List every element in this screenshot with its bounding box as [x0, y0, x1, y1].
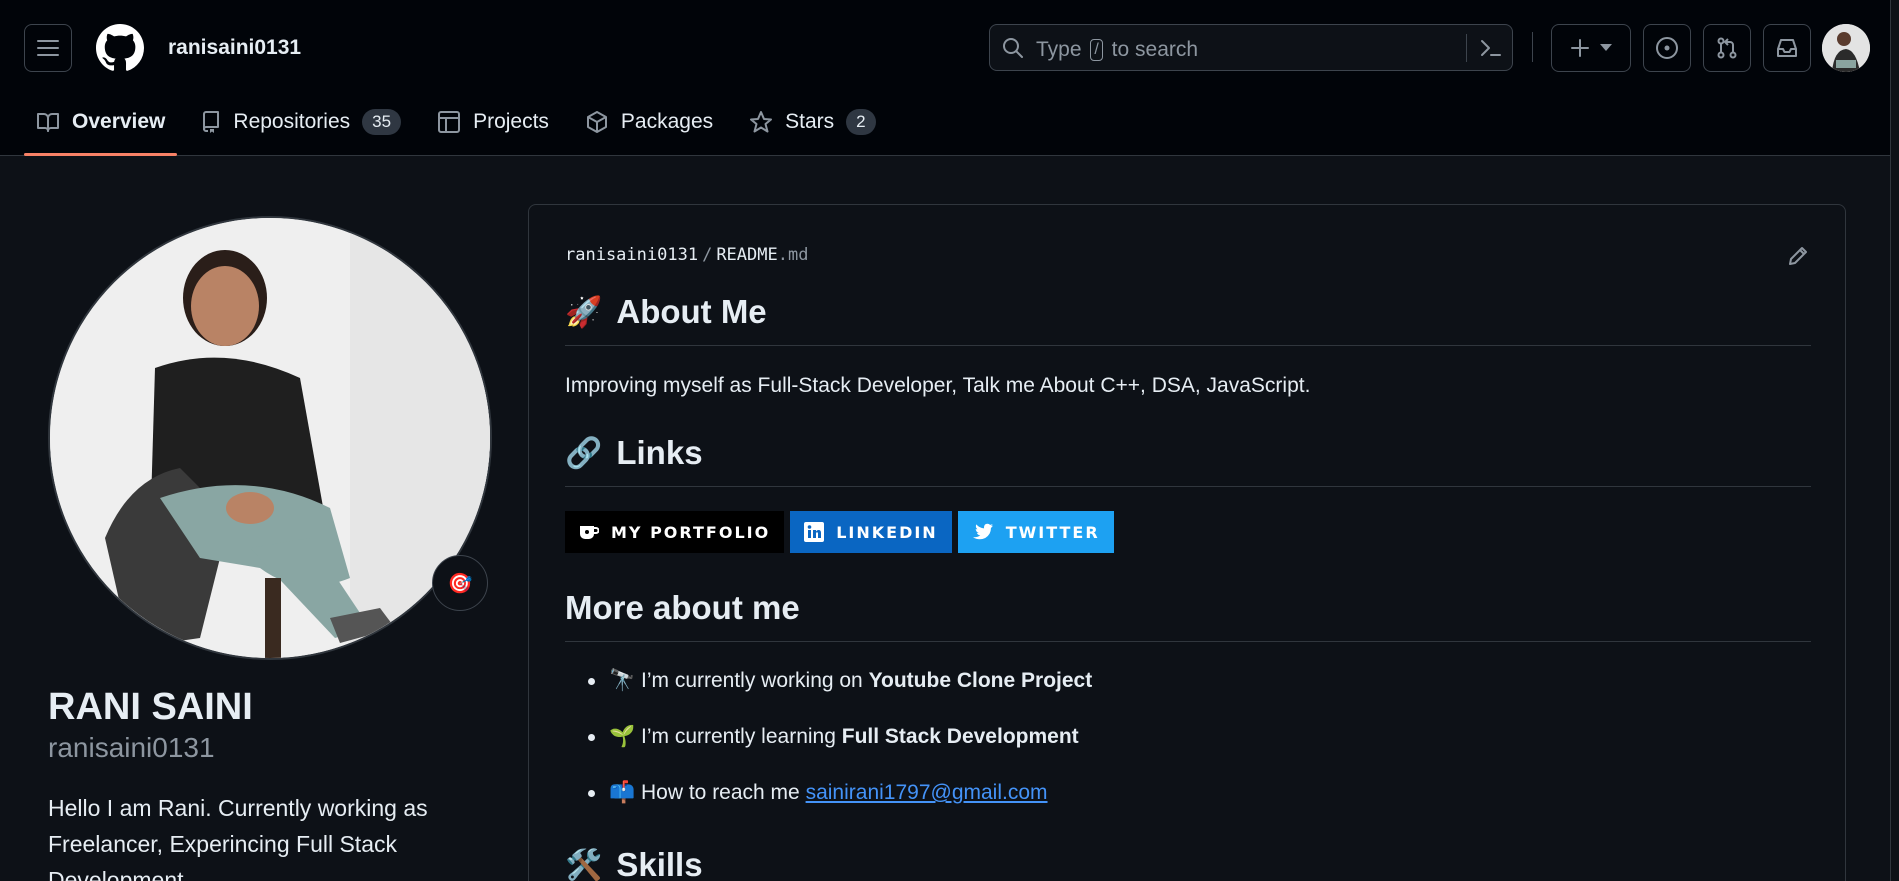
- links-heading: 🔗 Links: [565, 434, 1811, 487]
- create-new-button[interactable]: [1551, 24, 1631, 72]
- twitter-badge[interactable]: TWITTER: [957, 511, 1114, 553]
- list-item: 🔭 I’m currently working on Youtube Clone …: [565, 668, 1811, 724]
- pull-requests-button[interactable]: [1703, 24, 1751, 72]
- tab-projects[interactable]: Projects: [425, 100, 561, 144]
- search-input[interactable]: Type / to search: [989, 24, 1513, 71]
- profile-photo-image-icon: [50, 218, 490, 658]
- more-about-heading: More about me: [565, 589, 1811, 642]
- list-item: 📫 How to reach me sainirani1797@gmail.com: [565, 780, 1811, 836]
- stars-count: 2: [846, 109, 876, 135]
- twitter-icon: [972, 523, 993, 540]
- inbox-button[interactable]: [1763, 24, 1811, 72]
- set-status-button[interactable]: 🎯: [432, 555, 488, 611]
- tab-stars-label: Stars: [785, 110, 835, 133]
- scrollbar[interactable]: [1890, 0, 1899, 881]
- search-icon: [1003, 38, 1023, 58]
- list-item: 🌱 I’m currently learning Full Stack Devel…: [565, 724, 1811, 780]
- links-heading-text: Links: [616, 434, 703, 471]
- tab-repositories[interactable]: Repositories 35: [189, 100, 413, 144]
- tools-emoji: 🛠️: [565, 848, 603, 881]
- header-username[interactable]: ranisaini0131: [168, 36, 301, 60]
- link-badges: MY PORTFOLIO LINKEDIN TWITTER: [565, 511, 1811, 553]
- list-item-text: I’m currently learning: [641, 725, 842, 748]
- issue-icon: [1656, 37, 1678, 59]
- about-list: 🔭 I’m currently working on Youtube Clone …: [565, 668, 1811, 836]
- twitter-badge-label: TWITTER: [1005, 522, 1100, 542]
- search-suffix: to search: [1111, 38, 1199, 61]
- readme-file-ext: .md: [777, 245, 809, 265]
- skills-heading-text: Skills: [616, 846, 703, 881]
- cup-icon: [580, 526, 599, 539]
- star-icon: [750, 111, 773, 133]
- hamburger-icon: [37, 40, 59, 56]
- github-logo-icon[interactable]: [96, 24, 144, 72]
- tab-overview-label: Overview: [72, 110, 166, 133]
- menu-button[interactable]: [24, 24, 72, 72]
- portfolio-badge[interactable]: MY PORTFOLIO: [565, 511, 785, 553]
- pencil-icon[interactable]: [1787, 245, 1809, 267]
- email-link[interactable]: sainirani1797@gmail.com: [806, 781, 1048, 804]
- status-emoji: 🎯: [447, 572, 473, 595]
- linkedin-badge-label: LINKEDIN: [836, 522, 938, 542]
- profile-tabs: Overview Repositories 35 Projects Packag…: [24, 100, 900, 156]
- inbox-icon: [1777, 39, 1797, 57]
- issues-button[interactable]: [1643, 24, 1691, 72]
- global-header: ranisaini0131 Type / to search Overview …: [0, 0, 1899, 156]
- profile-avatar[interactable]: [48, 216, 492, 660]
- readme-content: 🚀 About Me Improving myself as Full-Stack…: [565, 293, 1811, 881]
- portfolio-badge-label: MY PORTFOLIO: [611, 522, 771, 542]
- about-text: Improving myself as Full-Stack Developer…: [565, 374, 1311, 397]
- package-icon: [586, 111, 607, 133]
- readme-file-link[interactable]: README.md: [716, 245, 808, 265]
- readme-breadcrumb: ranisaini0131/README.md: [565, 245, 809, 265]
- list-item-text: I’m currently working on: [641, 669, 869, 692]
- more-about-heading-text: More about me: [565, 589, 800, 626]
- search-placeholder: Type / to search: [1036, 38, 1198, 62]
- tab-packages[interactable]: Packages: [573, 100, 725, 144]
- repo-icon: [203, 111, 220, 133]
- readme-owner-link[interactable]: ranisaini0131: [565, 245, 698, 265]
- tab-repositories-label: Repositories: [233, 110, 351, 133]
- profile-login: ranisaini0131: [48, 732, 215, 763]
- table-icon: [438, 111, 461, 133]
- pull-request-icon: [1717, 37, 1737, 59]
- readme-file-name: README: [716, 245, 778, 265]
- linkedin-badge[interactable]: LINKEDIN: [790, 511, 952, 553]
- tab-overview[interactable]: Overview: [24, 100, 178, 156]
- about-heading-text: About Me: [616, 293, 767, 330]
- tab-packages-label: Packages: [620, 110, 714, 133]
- list-item-bold: Full Stack Development: [841, 725, 1079, 748]
- profile-full-name: RANI SAINI: [48, 686, 253, 728]
- search-prefix: Type: [1036, 38, 1082, 61]
- avatar-image-icon: [1822, 24, 1870, 72]
- plus-icon: [1571, 39, 1589, 57]
- link-emoji: 🔗: [565, 436, 603, 470]
- search-divider: [1466, 34, 1467, 62]
- about-heading: 🚀 About Me: [565, 293, 1811, 346]
- repositories-count: 35: [362, 109, 402, 135]
- readme-card: ranisaini0131/README.md 🚀 About Me Improv…: [528, 204, 1846, 881]
- tab-stars[interactable]: Stars 2: [737, 100, 887, 144]
- header-separator: [1532, 32, 1533, 62]
- user-avatar-button[interactable]: [1822, 24, 1870, 72]
- rocket-emoji: 🚀: [565, 295, 603, 329]
- profile-bio: Hello I am Rani. Currently working as Fr…: [48, 795, 428, 881]
- search-shortcut-key: /: [1090, 39, 1103, 61]
- seedling-emoji: 🌱: [609, 725, 636, 748]
- list-item-bold: Youtube Clone Project: [868, 669, 1093, 692]
- caret-down-icon: [1600, 44, 1612, 51]
- telescope-emoji: 🔭: [609, 669, 636, 692]
- book-icon: [37, 113, 59, 132]
- skills-heading: 🛠️ Skills: [565, 846, 1811, 881]
- tab-projects-label: Projects: [473, 110, 549, 133]
- command-palette-icon[interactable]: [1480, 38, 1502, 58]
- list-item-text: How to reach me: [641, 781, 806, 804]
- linkedin-icon: [804, 522, 825, 542]
- mailbox-emoji: 📫: [609, 781, 636, 804]
